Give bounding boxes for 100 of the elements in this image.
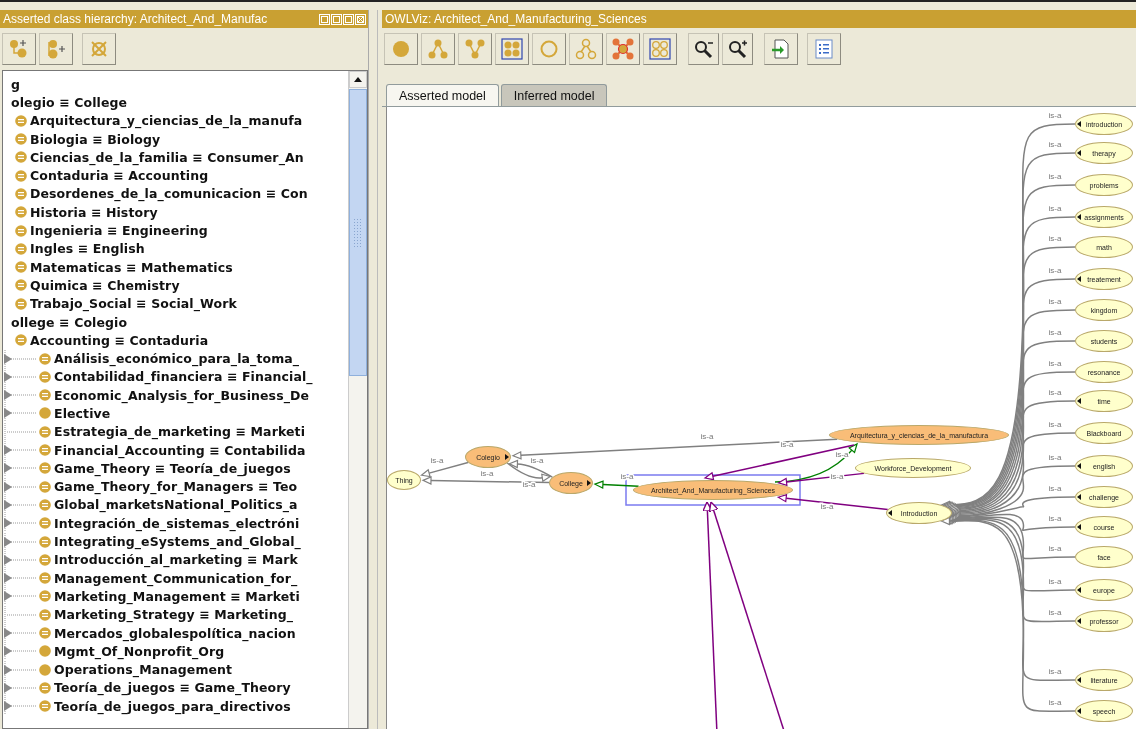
hide-class-icon: [612, 38, 634, 60]
class-name[interactable]: Desordenes_de_la_comunicacion ≡ Con: [30, 186, 308, 202]
class-name[interactable]: Mgmt_Of_Nonprofit_Org: [54, 643, 225, 659]
class-name[interactable]: ollege ≡ Colegio: [11, 314, 128, 330]
class-name[interactable]: Elective: [54, 406, 111, 421]
class-name[interactable]: Contaduria ≡ Accounting: [30, 168, 209, 184]
class-name[interactable]: Quimica ≡ Chemistry: [30, 277, 180, 293]
hide-subclasses-button[interactable]: [569, 33, 603, 65]
collapsed-marker-icon[interactable]: [1077, 494, 1081, 500]
collapsed-marker-icon[interactable]: [1077, 398, 1081, 404]
show-all-classes-button[interactable]: [495, 33, 529, 65]
defined-class-icon: [15, 169, 27, 182]
class-name[interactable]: Financial_Accounting ≡ Contabilida: [54, 442, 306, 458]
expand-arrow-icon[interactable]: [3, 495, 37, 514]
class-name[interactable]: Integrating_eSystems_and_Global_: [54, 534, 301, 550]
class-name[interactable]: Marketing_Strategy ≡ Marketing_: [54, 607, 294, 623]
expand-arrow-icon[interactable]: [3, 587, 37, 606]
class-name[interactable]: Historia ≡ History: [30, 204, 158, 220]
expand-arrow-icon[interactable]: [3, 367, 37, 386]
collapsed-marker-icon[interactable]: [888, 510, 892, 516]
model-tab[interactable]: Inferred model: [500, 84, 608, 106]
hide-class-button[interactable]: [606, 33, 640, 65]
class-name[interactable]: Management_Communication_for_: [54, 570, 298, 586]
class-name[interactable]: Mercados_globalespolítica_nacion: [54, 625, 296, 641]
class-name[interactable]: g: [11, 76, 21, 92]
class-name[interactable]: Ingenieria ≡ Engineering: [30, 223, 208, 238]
defined-class-icon: [39, 480, 51, 493]
class-name[interactable]: Ingles ≡ English: [30, 241, 145, 257]
collapsed-marker-icon[interactable]: [1077, 121, 1081, 127]
scroll-up-button[interactable]: [349, 71, 367, 88]
expand-arrow-icon[interactable]: [3, 477, 37, 496]
collapsed-marker-icon[interactable]: [1077, 677, 1081, 683]
class-name[interactable]: Teoría_de_juegos_para_directivos: [54, 698, 291, 714]
class-name[interactable]: Game_Theory ≡ Teoría_de_juegos: [54, 460, 291, 476]
class-name[interactable]: Ciencias_de_la_familia ≡ Consumer_An: [30, 149, 304, 165]
class-name[interactable]: Arquitectura_y_ciencias_de_la_manufa: [30, 113, 303, 129]
collapsed-marker-icon[interactable]: [1077, 214, 1081, 220]
collapsed-marker-icon[interactable]: [587, 480, 591, 486]
expand-arrow-icon[interactable]: [3, 642, 37, 661]
minimize-button[interactable]: [331, 13, 342, 25]
collapsed-marker-icon[interactable]: [1077, 587, 1081, 593]
collapsed-marker-icon[interactable]: [1077, 150, 1081, 156]
show-class-button[interactable]: [384, 33, 418, 65]
expand-arrow-icon[interactable]: [3, 441, 37, 460]
zoom-out-button[interactable]: [688, 33, 719, 65]
export-button[interactable]: [764, 33, 798, 65]
scrollbar[interactable]: [348, 71, 367, 728]
class-name[interactable]: Global_marketsNational_Politics_a: [54, 497, 298, 513]
close-button[interactable]: [355, 13, 366, 25]
class-name[interactable]: Accounting ≡ Contaduria: [30, 332, 209, 348]
class-name[interactable]: Trabajo_Social ≡ Social_Work: [30, 296, 237, 312]
expand-arrow-icon[interactable]: [3, 349, 37, 368]
scroll-thumb[interactable]: [349, 89, 367, 376]
expand-arrow-icon[interactable]: [3, 624, 37, 643]
class-name[interactable]: Marketing_Management ≡ Marketi: [54, 588, 300, 604]
show-superclasses-button[interactable]: [458, 33, 492, 65]
expand-arrow-icon[interactable]: [3, 678, 37, 697]
class-name[interactable]: Estrategia_de_marketing ≡ Marketi: [54, 424, 306, 440]
class-name[interactable]: Game_Theory_for_Managers ≡ Teo: [54, 479, 298, 495]
class-name[interactable]: Teoría_de_juegos ≡ Game_Theory: [54, 680, 291, 696]
expand-arrow-icon[interactable]: [3, 404, 37, 423]
show-subclasses-button[interactable]: [421, 33, 455, 65]
hide-all-classes-button[interactable]: [643, 33, 677, 65]
class-name[interactable]: olegio ≡ College: [11, 94, 128, 110]
defined-class-icon: [15, 114, 27, 127]
expand-arrow-icon[interactable]: [3, 550, 37, 569]
maximize-button[interactable]: [343, 13, 354, 25]
delete-class-button[interactable]: [82, 33, 116, 65]
options-button[interactable]: [807, 33, 841, 65]
edge-label: is-a: [1048, 698, 1062, 707]
collapsed-marker-icon[interactable]: [505, 454, 509, 460]
class-name[interactable]: Contabilidad_financiera ≡ Financial_: [54, 369, 313, 385]
collapsed-marker-icon[interactable]: [1077, 618, 1081, 624]
defined-class-icon: [39, 444, 51, 457]
class-name[interactable]: Matematicas ≡ Mathematics: [30, 259, 233, 275]
expand-arrow-icon[interactable]: [3, 386, 37, 405]
class-name[interactable]: Análisis_económico_para_la_toma_: [54, 351, 300, 367]
expand-arrow-icon[interactable]: [3, 660, 37, 679]
expand-arrow-icon[interactable]: [3, 569, 37, 588]
hide-class-button[interactable]: [532, 33, 566, 65]
collapsed-marker-icon[interactable]: [1077, 708, 1081, 714]
add-sibling-icon: [45, 38, 67, 60]
zoom-in-button[interactable]: [722, 33, 753, 65]
collapsed-marker-icon[interactable]: [1077, 524, 1081, 530]
collapsed-marker-icon[interactable]: [1077, 463, 1081, 469]
collapsed-marker-icon[interactable]: [1077, 276, 1081, 282]
class-name[interactable]: Operations_Management: [54, 662, 233, 678]
class-name[interactable]: Integración_de_sistemas_electróni: [54, 515, 300, 531]
split-button[interactable]: [319, 13, 330, 25]
class-name[interactable]: Introducción_al_marketing ≡ Mark: [54, 552, 298, 568]
add-sibling-button[interactable]: [39, 33, 73, 65]
expand-arrow-icon[interactable]: [3, 697, 37, 716]
edge-label: is-a: [1048, 328, 1062, 337]
class-name[interactable]: Biologia ≡ Biology: [30, 131, 161, 147]
expand-arrow-icon[interactable]: [3, 532, 37, 551]
model-tab[interactable]: Asserted model: [386, 84, 499, 106]
class-name[interactable]: Economic_Analysis_for_Business_De: [54, 387, 310, 403]
expand-arrow-icon[interactable]: [3, 459, 37, 478]
expand-arrow-icon[interactable]: [3, 514, 37, 533]
add-subclass-button[interactable]: [2, 33, 36, 65]
